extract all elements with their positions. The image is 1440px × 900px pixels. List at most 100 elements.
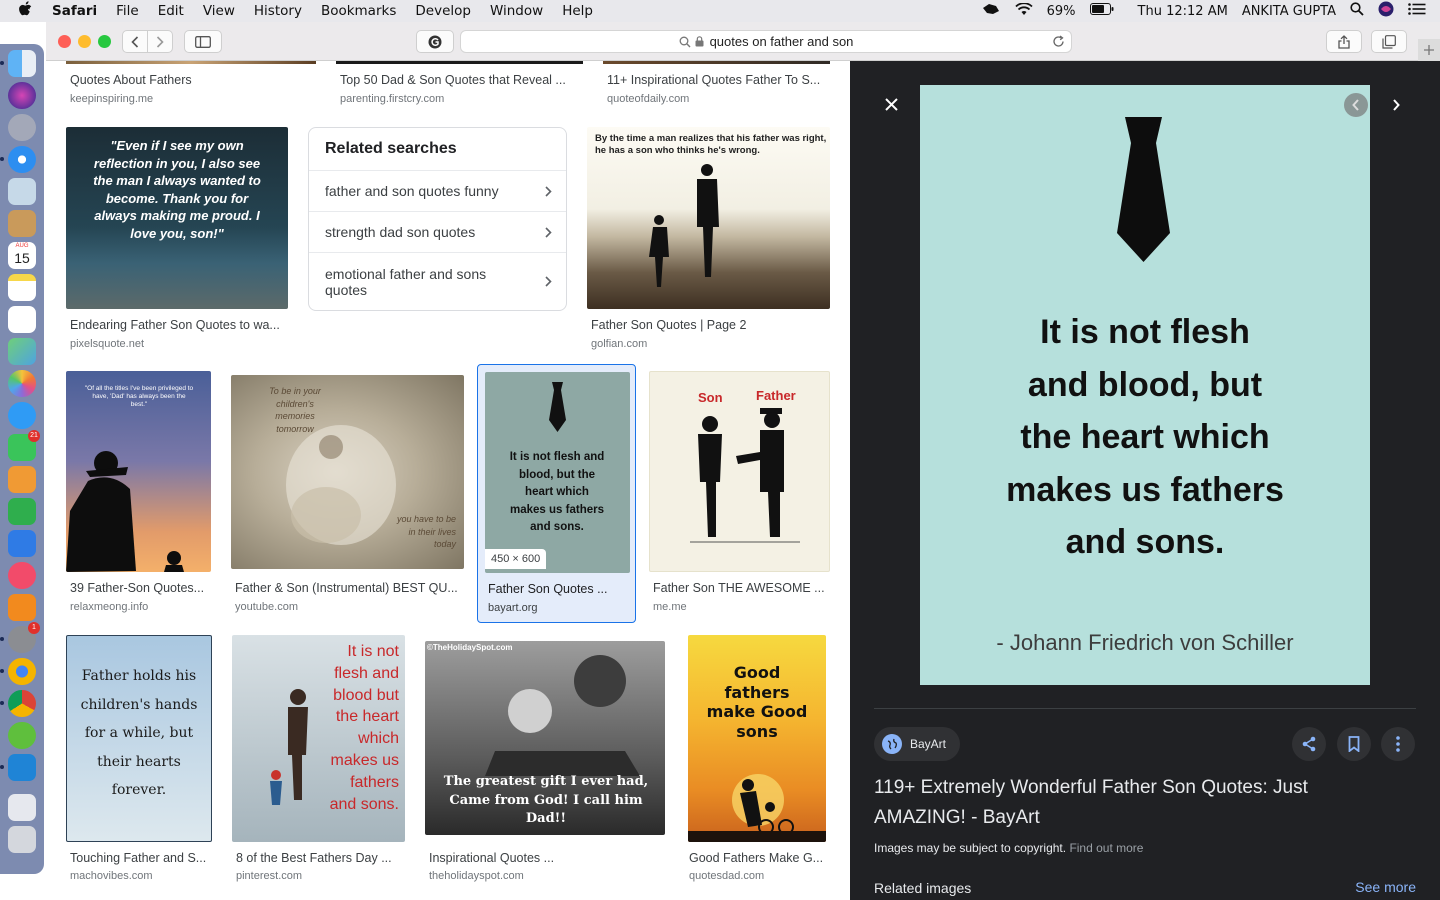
result-card[interactable]: Father holds his children's hands for a … [66, 635, 212, 885]
menu-history[interactable]: History [254, 3, 302, 19]
result-card[interactable]: 11+ Inspirational Quotes Father To S... … [603, 61, 830, 111]
related-search-label: strength dad son quotes [325, 224, 476, 240]
chrome-canary-icon[interactable] [0, 658, 36, 685]
photos-icon[interactable] [8, 370, 36, 397]
menu-file[interactable]: File [116, 3, 139, 19]
menu-help[interactable]: Help [562, 3, 593, 19]
close-window-button[interactable] [58, 35, 71, 48]
zoom-window-button[interactable] [98, 35, 111, 48]
menu-view[interactable]: View [203, 3, 235, 19]
notification-center-icon[interactable] [1408, 3, 1426, 19]
siri-dock-icon[interactable] [8, 82, 36, 109]
documents-folder-icon[interactable] [8, 794, 36, 821]
result-title: Father Son Quotes ... [488, 582, 608, 596]
books-icon[interactable] [8, 594, 36, 621]
contacts-icon[interactable] [8, 210, 36, 237]
reminders-icon[interactable] [8, 306, 36, 333]
find-out-more-link[interactable]: Find out more [1069, 841, 1143, 855]
result-card[interactable]: "Of all the titles I've been privileged … [66, 371, 211, 616]
calendar-icon[interactable]: AUG 15 [8, 242, 36, 269]
share-button[interactable] [1326, 30, 1362, 53]
preview-quote-line: and sons. [1065, 523, 1225, 561]
result-card-selected[interactable]: It is not flesh and blood, but the heart… [477, 364, 636, 623]
menu-develop[interactable]: Develop [415, 3, 471, 19]
menu-bookmarks[interactable]: Bookmarks [321, 3, 396, 19]
vscode-icon[interactable] [0, 754, 36, 781]
music-icon[interactable] [8, 562, 36, 589]
source-chip[interactable]: BayArt [874, 727, 961, 761]
result-card[interactable]: ©TheHolidaySpot.com The greatest gift I … [425, 635, 665, 885]
reload-icon[interactable] [1052, 35, 1065, 48]
reader-extension-button[interactable] [416, 30, 454, 53]
pages-icon[interactable] [8, 466, 36, 493]
result-title: Inspirational Quotes ... [429, 851, 555, 865]
running-indicator [0, 61, 4, 65]
system-preferences-icon[interactable]: 1 [0, 622, 40, 653]
safari-icon[interactable] [0, 146, 36, 173]
preview-title[interactable]: 119+ Extremely Wonderful Father Son Quot… [874, 773, 1394, 833]
more-options-button[interactable] [1381, 727, 1415, 761]
battery-icon[interactable] [1089, 3, 1114, 19]
wifi-icon[interactable] [1015, 1, 1033, 20]
preview-image[interactable]: It is not flesh and blood, but the heart… [920, 85, 1370, 685]
result-card[interactable]: To be in your children's memories tomorr… [231, 371, 464, 616]
menu-edit[interactable]: Edit [158, 3, 184, 19]
notes-icon[interactable] [8, 274, 36, 301]
launchpad-icon[interactable] [8, 114, 36, 141]
siri-icon[interactable] [1378, 1, 1394, 21]
result-card[interactable]: "Even if I see my own reflection in you,… [66, 127, 288, 357]
result-card[interactable]: It is not flesh and blood but the heart … [232, 635, 405, 885]
user-name[interactable]: ANKITA GUPTA [1242, 4, 1336, 19]
next-image-button[interactable] [1384, 93, 1408, 117]
result-card[interactable]: Quotes About Fathers keepinspiring.me [66, 61, 316, 111]
trash-icon[interactable] [8, 826, 36, 853]
result-card[interactable]: By the time a man realizes that his fath… [587, 127, 830, 357]
back-button[interactable] [122, 30, 148, 53]
thumbnail-quote: Father holds his children's hands for a … [80, 668, 198, 798]
related-search-item[interactable]: emotional father and sons quotes [309, 253, 566, 310]
related-search-item[interactable]: father and son quotes funny [309, 171, 566, 212]
spotlight-icon[interactable] [1350, 2, 1364, 20]
result-card[interactable]: Good fathers make Good sons Good Fathers… [685, 635, 830, 885]
share-preview-button[interactable] [1292, 727, 1326, 761]
result-thumbnail: ©TheHolidaySpot.com The greatest gift I … [425, 641, 665, 835]
messages-icon[interactable] [8, 402, 36, 429]
apple-menu-icon[interactable] [18, 1, 36, 21]
finder-icon[interactable] [0, 50, 36, 77]
utorrent-icon[interactable] [8, 722, 36, 749]
preview-icon[interactable] [8, 178, 36, 205]
forward-button[interactable] [147, 30, 173, 53]
preview-quote-line: and blood, but [1027, 366, 1263, 404]
result-domain: pinterest.com [236, 870, 303, 882]
clock[interactable]: Thu 12:12 AM [1138, 4, 1228, 19]
father-child-beach-icon [270, 689, 308, 805]
menu-safari[interactable]: Safari [52, 3, 97, 19]
related-searches-heading: Related searches [309, 128, 566, 171]
chevron-right-icon [545, 226, 552, 238]
close-preview-button[interactable] [885, 94, 898, 117]
numbers-icon[interactable] [8, 498, 36, 525]
result-domain: keepinspiring.me [70, 93, 154, 105]
minimize-window-button[interactable] [78, 35, 91, 48]
facetime-icon[interactable]: 21 [8, 430, 40, 461]
maps-icon[interactable] [8, 338, 36, 365]
chrome-icon[interactable] [0, 690, 36, 717]
sidebar-button[interactable] [184, 30, 222, 53]
keynote-icon[interactable] [8, 530, 36, 557]
menu-window[interactable]: Window [490, 3, 543, 19]
previous-image-button[interactable] [1344, 93, 1368, 117]
save-preview-button[interactable] [1337, 727, 1371, 761]
tabs-overview-button[interactable] [1371, 30, 1407, 53]
result-thumbnail: It is not flesh and blood but the heart … [232, 635, 405, 842]
related-search-item[interactable]: strength dad son quotes [309, 212, 566, 253]
result-domain: youtube.com [235, 601, 298, 613]
new-tab-button[interactable] [1418, 39, 1440, 61]
see-more-link[interactable]: See more [1355, 879, 1416, 895]
sound-icon[interactable] [981, 2, 1001, 20]
result-title: Touching Father and S... [70, 851, 207, 865]
result-card[interactable]: Son Father Father Son THE AWESOME ... me… [649, 371, 830, 616]
preview-quote-line: It is not flesh [1040, 313, 1250, 351]
share-icon [1302, 736, 1316, 752]
address-bar[interactable]: quotes on father and son [460, 30, 1072, 53]
result-card[interactable]: Top 50 Dad & Son Quotes that Reveal ... … [336, 61, 583, 111]
